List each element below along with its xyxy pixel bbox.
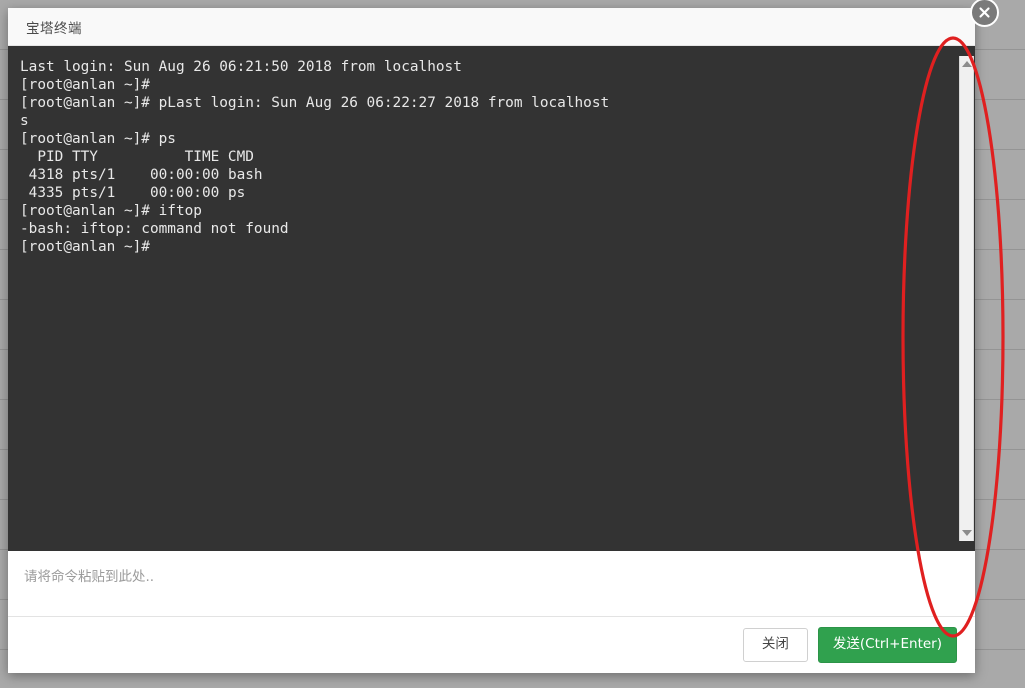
send-button[interactable]: 发送(Ctrl+Enter) [817, 627, 957, 663]
terminal-scrollbar[interactable] [958, 46, 975, 551]
triangle-down-icon[interactable] [961, 530, 972, 536]
triangle-up-icon[interactable] [961, 61, 972, 67]
modal-footer: 关闭 发送(Ctrl+Enter) [8, 617, 975, 673]
modal-header: 宝塔终端 [8, 8, 975, 46]
page-title: 宝塔终端 [26, 20, 82, 37]
command-input[interactable] [8, 551, 975, 617]
scrollbar-track[interactable] [959, 56, 974, 541]
terminal-body[interactable]: Last login: Sun Aug 26 06:21:50 2018 fro… [8, 46, 975, 551]
close-button[interactable]: 关闭 [742, 628, 808, 662]
terminal-modal: 宝塔终端 Last login: Sun Aug 26 06:21:50 201… [8, 0, 999, 673]
terminal-output: Last login: Sun Aug 26 06:21:50 2018 fro… [20, 59, 610, 255]
